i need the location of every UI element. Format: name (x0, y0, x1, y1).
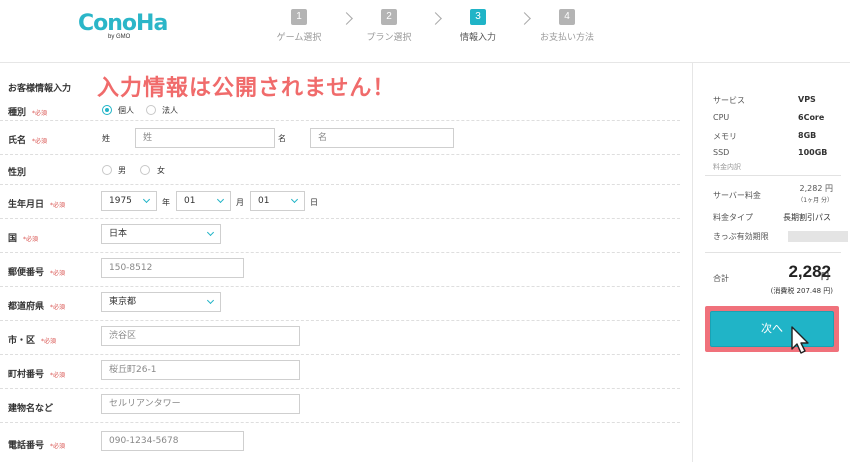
postal-code-input[interactable]: 150-8512 (101, 258, 244, 278)
next-button-highlight: 次へ (705, 306, 839, 352)
spec-row-service: サービス VPS (713, 95, 816, 105)
field-label: 建物名など (8, 404, 54, 414)
required-tag: *必須 (32, 110, 48, 117)
step-number: 4 (559, 9, 575, 25)
row-street: 町村番号 *必須 桜丘町26-1 (0, 354, 680, 389)
birth-month-select[interactable]: 01 (176, 191, 231, 211)
order-summary-panel: サービス VPS CPU 6Core メモリ 8GB SSD 100GB 料金内訳 サー… (692, 62, 850, 462)
spec-row-cpu: CPU 6Core (713, 113, 825, 122)
birth-day-select[interactable]: 01 (250, 191, 305, 211)
last-name-input[interactable]: 姓 (135, 128, 275, 148)
fee-breakdown-label: 料金内訳 (713, 163, 741, 171)
chevron-down-icon (142, 195, 151, 204)
row-country: 国 *必須 日本 (0, 218, 680, 253)
row-gender: 性別 男 女 (0, 154, 680, 185)
field-label: 町村番号 *必須 (8, 370, 66, 380)
field-label: 氏名 *必須 (8, 136, 48, 146)
mouse-pointer-icon (791, 326, 809, 354)
conoha-logo: ConoHa by GMO (78, 10, 168, 42)
chevron-down-icon (216, 195, 225, 204)
row-city: 市・区 *必須 渋谷区 (0, 320, 680, 355)
total-label: 合計 (713, 274, 729, 283)
field-label: 種別 *必須 (8, 108, 48, 118)
step-1: 1 ゲーム選択 (259, 9, 339, 43)
step-3-active: 3 情報入力 (438, 9, 518, 43)
row-prefecture: 都道府県 *必須 東京都 (0, 286, 680, 321)
step-2: 2 プラン選択 (349, 9, 429, 43)
country-select[interactable]: 日本 (101, 224, 221, 244)
step-4: 4 お支払い方法 (527, 9, 607, 43)
next-button[interactable]: 次へ (710, 311, 834, 347)
phone-input[interactable]: 090-1234-5678 (101, 431, 244, 451)
required-tag: *必須 (41, 338, 57, 345)
required-tag: *必須 (50, 372, 66, 379)
row-birthday: 生年月日 *必須 1975 年 01 月 01 日 (0, 184, 680, 219)
row-type: 種別 *必須 個人 法人 (0, 98, 680, 121)
birth-year-select[interactable]: 1975 (101, 191, 157, 211)
radio-label-male: 男 (118, 166, 126, 175)
city-input[interactable]: 渋谷区 (101, 326, 300, 346)
blurred-value (788, 231, 848, 242)
radio-label-female: 女 (157, 166, 165, 175)
radio-corporation[interactable] (146, 105, 156, 115)
required-tag: *必須 (23, 236, 39, 243)
server-fee-period: （1ヶ月 分） (797, 197, 833, 204)
radio-label-individual: 個人 (118, 106, 134, 115)
server-fee-value: 2,282 円 (799, 184, 833, 193)
total-unit: 円 (821, 272, 829, 281)
spec-row-ssd: SSD 100GB (713, 148, 828, 157)
building-input[interactable]: セルリアンタワー (101, 394, 300, 414)
first-name-label: 名 (278, 134, 286, 143)
first-name-input[interactable]: 名 (310, 128, 454, 148)
row-phone: 電話番号 *必須 090-1234-5678 (0, 422, 680, 462)
field-label: 市・区 *必須 (8, 336, 57, 346)
field-label: 郵便番号 *必須 (8, 268, 66, 278)
required-tag: *必須 (50, 270, 66, 277)
tax-note: (消費税 207.48 円) (770, 287, 833, 295)
required-tag: *必須 (50, 202, 66, 209)
field-label: 国 *必須 (8, 234, 39, 244)
field-label: 性別 (8, 168, 27, 178)
section-title: お客様情報入力 (8, 84, 72, 94)
step-number: 3 (470, 9, 486, 25)
step-number: 2 (381, 9, 397, 25)
street-input[interactable]: 桜丘町26-1 (101, 360, 300, 380)
step-number: 1 (291, 9, 307, 25)
required-tag: *必須 (50, 304, 66, 311)
month-unit: 月 (236, 198, 244, 207)
chevron-down-icon (206, 296, 215, 305)
radio-label-corporation: 法人 (162, 106, 178, 115)
last-name-label: 姓 (102, 134, 110, 143)
row-building: 建物名など セルリアンタワー (0, 388, 680, 423)
radio-female[interactable] (140, 165, 150, 175)
step-label: 情報入力 (459, 33, 496, 43)
step-label: ゲーム選択 (276, 33, 322, 43)
summary-divider (705, 252, 841, 253)
chevron-down-icon (290, 195, 299, 204)
chevron-down-icon (206, 228, 215, 237)
field-label: 都道府県 *必須 (8, 302, 66, 312)
customer-info-form: お客様情報入力 入力情報は公開されません！ 種別 *必須 個人 法人 氏名 *必須 … (0, 62, 680, 462)
row-name: 氏名 *必須 姓 姓 名 名 (0, 120, 680, 155)
row-postal: 郵便番号 *必須 150-8512 (0, 252, 680, 287)
year-unit: 年 (162, 198, 170, 207)
step-label: プラン選択 (366, 33, 412, 43)
summary-divider (705, 175, 841, 176)
field-label: 生年月日 *必須 (8, 200, 66, 210)
fee-type-row: 料金タイプ 長期割引パス (713, 213, 831, 222)
required-tag: *必須 (50, 443, 66, 450)
prefecture-select[interactable]: 東京都 (101, 292, 221, 312)
field-label: 電話番号 *必須 (8, 441, 66, 451)
required-tag: *必須 (32, 138, 48, 145)
day-unit: 日 (310, 198, 318, 207)
radio-male[interactable] (102, 165, 112, 175)
ticket-expiry-row: きっぷ有効期限 (713, 231, 848, 242)
spec-row-memory: メモリ 8GB (713, 131, 817, 141)
step-label: お支払い方法 (539, 33, 594, 43)
radio-individual[interactable] (102, 105, 112, 115)
logo-sub-text: by GMO (108, 34, 131, 40)
